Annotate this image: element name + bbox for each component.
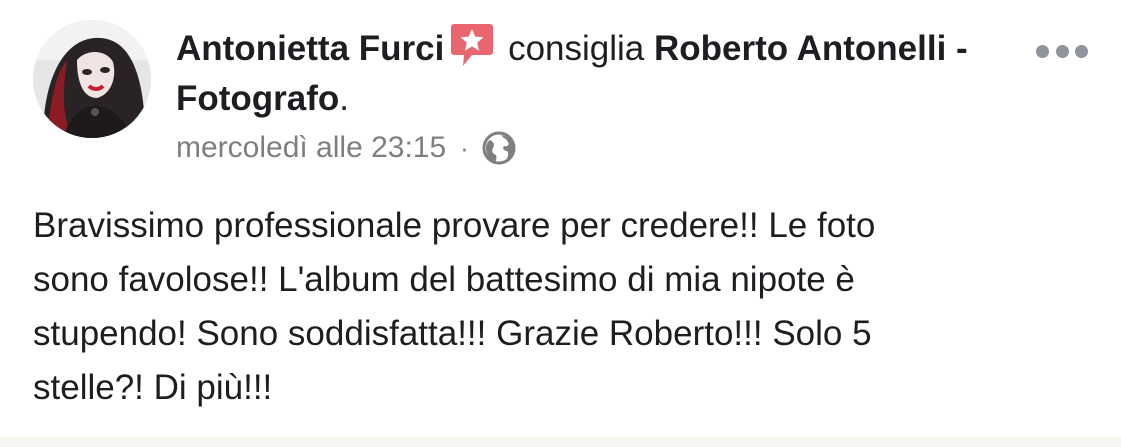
post-body: Bravissimo professionale provare per cre… xyxy=(33,199,1103,415)
post-body-line: stelle?! Di più!!! xyxy=(33,368,273,407)
avatar[interactable] xyxy=(33,20,151,138)
avatar-photo xyxy=(33,20,151,138)
meta-separator: · xyxy=(460,133,469,163)
more-dot xyxy=(1075,44,1088,58)
recommend-badge-icon xyxy=(450,22,494,68)
globe-icon[interactable] xyxy=(481,130,517,166)
more-dot xyxy=(1055,44,1069,58)
bottom-divider xyxy=(0,437,1121,447)
more-dot xyxy=(1036,44,1049,58)
timestamp[interactable]: mercoledì alle 23:15 xyxy=(176,126,446,170)
page-name-period: . xyxy=(339,79,350,118)
post-body-line: sono favolose!! L'album del battesimo di… xyxy=(33,260,855,299)
recommend-verb: consiglia xyxy=(508,29,645,68)
review-post: Antonietta Furci consiglia Roberto Anton… xyxy=(0,0,1121,447)
author-name[interactable]: Antonietta Furci xyxy=(176,29,444,68)
post-meta: mercoledì alle 23:15 · xyxy=(176,126,517,170)
post-header: Antonietta Furci consiglia Roberto Anton… xyxy=(176,22,976,124)
post-body-line: stupendo! Sono soddisfatta!!! Grazie Rob… xyxy=(33,314,872,353)
post-body-line: Bravissimo professionale provare per cre… xyxy=(33,206,876,245)
more-options-icon[interactable] xyxy=(1036,42,1088,60)
